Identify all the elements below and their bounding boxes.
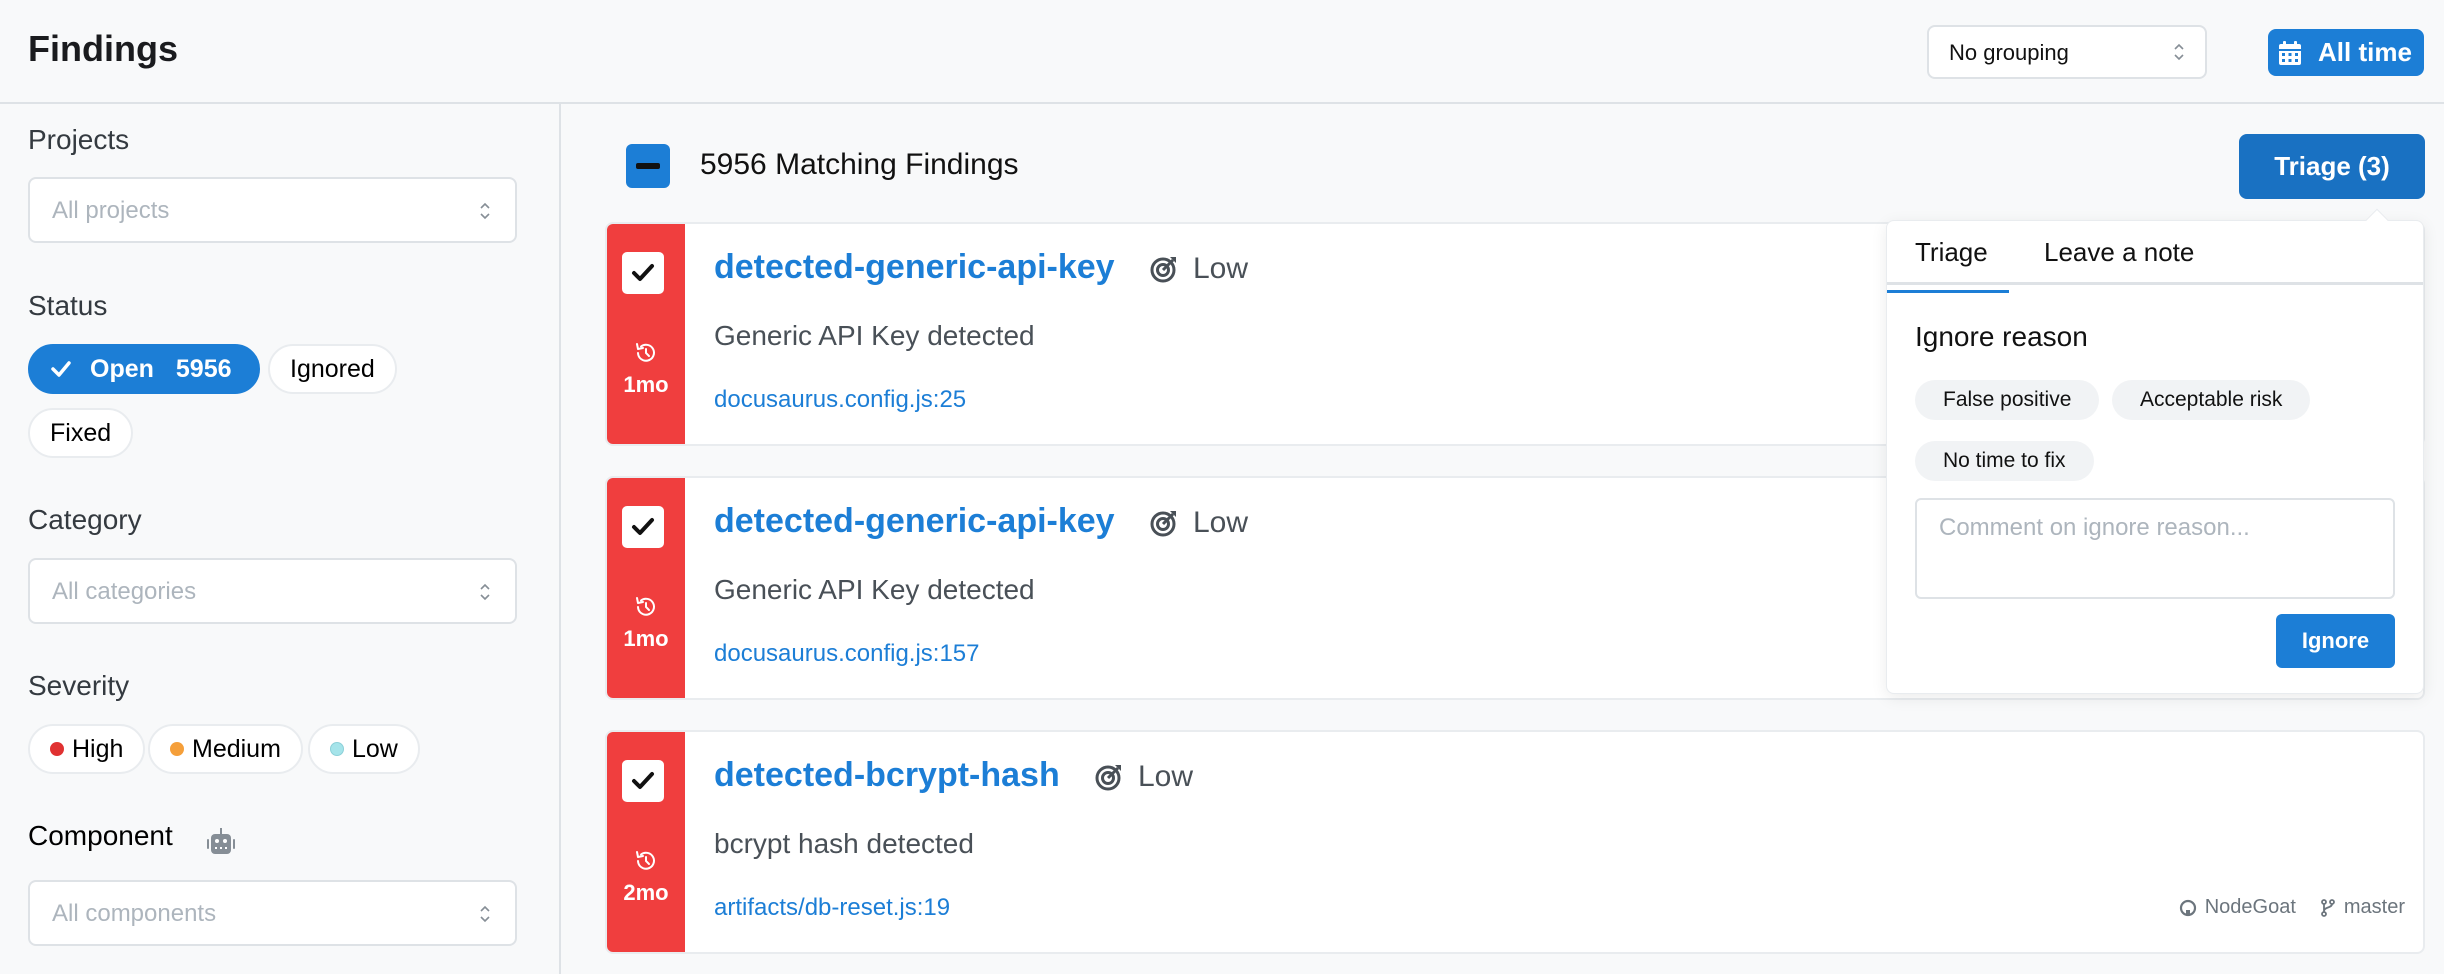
finding-status-stripe: 1mo [607, 224, 685, 444]
finding-rule-link[interactable]: detected-generic-api-key [714, 502, 1115, 541]
status-chip-ignored[interactable]: Ignored [268, 344, 397, 394]
page-title: Findings [28, 28, 178, 69]
projects-label: Projects [28, 124, 130, 155]
finding-severity: Low [1149, 506, 1248, 540]
chevron-updown-icon [479, 201, 491, 221]
popover-tabs: Triage Leave a note [1887, 221, 2423, 293]
ignore-comment-input[interactable] [1915, 498, 2395, 599]
page-header: Findings No grouping All time [0, 0, 2444, 104]
finding-severity-label: Low [1138, 760, 1194, 793]
git-branch-icon [2320, 898, 2335, 917]
finding-status-stripe: 1mo [607, 478, 685, 698]
history-icon [636, 851, 655, 870]
severity-chip-label: High [72, 734, 124, 763]
category-select-placeholder: All categories [52, 578, 197, 605]
finding-location-link[interactable]: docusaurus.config.js:25 [714, 386, 966, 414]
history-icon [636, 343, 655, 362]
projects-select-placeholder: All projects [52, 197, 170, 224]
chevron-updown-icon [479, 904, 491, 924]
finding-description: Generic API Key detected [714, 574, 1035, 605]
finding-checkbox[interactable] [622, 760, 664, 802]
status-chip-open[interactable]: Open 5956 [28, 344, 260, 394]
check-icon [632, 518, 654, 535]
finding-status-stripe: 2mo [607, 732, 685, 952]
robot-icon [207, 828, 235, 854]
severity-dot-high [50, 742, 64, 756]
tab-triage[interactable]: Triage [1887, 237, 2009, 293]
grouping-select[interactable]: No grouping [1927, 25, 2207, 79]
status-chip-label: Fixed [50, 418, 112, 447]
severity-chip-high[interactable]: High [28, 724, 146, 774]
severity-dot-low [330, 742, 344, 756]
check-icon [632, 264, 654, 281]
finding-checkbox[interactable] [622, 252, 664, 294]
severity-label: Severity [28, 670, 130, 701]
severity-chip-medium[interactable]: Medium [148, 724, 303, 774]
finding-card[interactable]: 2mo detected-bcrypt-hash Low bcrypt hash… [605, 730, 2425, 954]
finding-location-link[interactable]: docusaurus.config.js:157 [714, 640, 980, 668]
reason-chip-no-time-to-fix[interactable]: No time to fix [1915, 441, 2094, 481]
github-icon [2179, 899, 2196, 916]
check-icon [51, 361, 71, 377]
finding-severity-label: Low [1193, 252, 1249, 285]
component-label: Component [28, 820, 173, 851]
finding-repo-name: NodeGoat [2204, 896, 2296, 918]
status-chip-label: Ignored [290, 354, 375, 383]
target-icon [1150, 511, 1176, 537]
finding-description: bcrypt hash detected [714, 828, 974, 859]
finding-location-link[interactable]: artifacts/db-reset.js:19 [714, 894, 950, 922]
severity-chip-label: Medium [192, 734, 281, 763]
history-icon [636, 597, 655, 616]
target-icon [1095, 765, 1121, 791]
time-range-label: All time [2318, 37, 2412, 67]
target-icon [1150, 257, 1176, 283]
tab-leave-a-note[interactable]: Leave a note [2044, 237, 2194, 268]
time-range-button[interactable]: All time [2268, 29, 2424, 76]
calendar-icon [2279, 40, 2301, 65]
finding-severity: Low [1149, 252, 1248, 286]
reason-chip-acceptable-risk[interactable]: Acceptable risk [2112, 380, 2311, 420]
triage-button[interactable]: Triage (3) [2239, 134, 2425, 199]
finding-checkbox[interactable] [622, 506, 664, 548]
finding-repo-meta: NodeGoat master [2179, 896, 2405, 919]
finding-rule-link[interactable]: detected-generic-api-key [714, 248, 1115, 287]
filter-sidebar: Projects All projects Status Open 5956 I… [0, 104, 561, 974]
finding-severity: Low [1094, 760, 1193, 794]
finding-description: Generic API Key detected [714, 320, 1035, 351]
finding-branch-name: master [2343, 896, 2405, 918]
select-all-checkbox[interactable] [626, 144, 670, 188]
chevron-updown-icon [479, 582, 491, 602]
ignore-reason-title: Ignore reason [1915, 321, 2088, 352]
finding-branch: master [2320, 896, 2405, 919]
status-label: Status [28, 290, 108, 321]
finding-rule-link[interactable]: detected-bcrypt-hash [714, 756, 1060, 795]
severity-chip-low[interactable]: Low [308, 724, 420, 774]
finding-age: 1mo [623, 372, 669, 397]
component-select[interactable]: All components [28, 880, 517, 946]
projects-select[interactable]: All projects [28, 177, 517, 243]
finding-severity-label: Low [1193, 506, 1249, 539]
category-select[interactable]: All categories [28, 558, 517, 624]
finding-age: 2mo [623, 880, 669, 905]
status-chip-fixed[interactable]: Fixed [28, 408, 134, 458]
status-chip-count: 5956 [175, 354, 232, 383]
severity-dot-medium [170, 742, 184, 756]
triage-popover: Triage Leave a note Ignore reason False … [1886, 208, 2424, 694]
finding-age: 1mo [623, 626, 669, 651]
status-chip-label: Open [90, 354, 154, 383]
matching-findings-count: 5956 Matching Findings [700, 148, 1019, 181]
check-icon [632, 772, 654, 789]
grouping-select-value: No grouping [1949, 40, 2069, 65]
chevron-updown-icon [2173, 42, 2185, 62]
ignore-button[interactable]: Ignore [2276, 614, 2395, 668]
severity-chip-label: Low [352, 734, 398, 763]
reason-chip-false-positive[interactable]: False positive [1915, 380, 2100, 420]
component-select-placeholder: All components [52, 900, 217, 927]
category-label: Category [28, 504, 142, 535]
